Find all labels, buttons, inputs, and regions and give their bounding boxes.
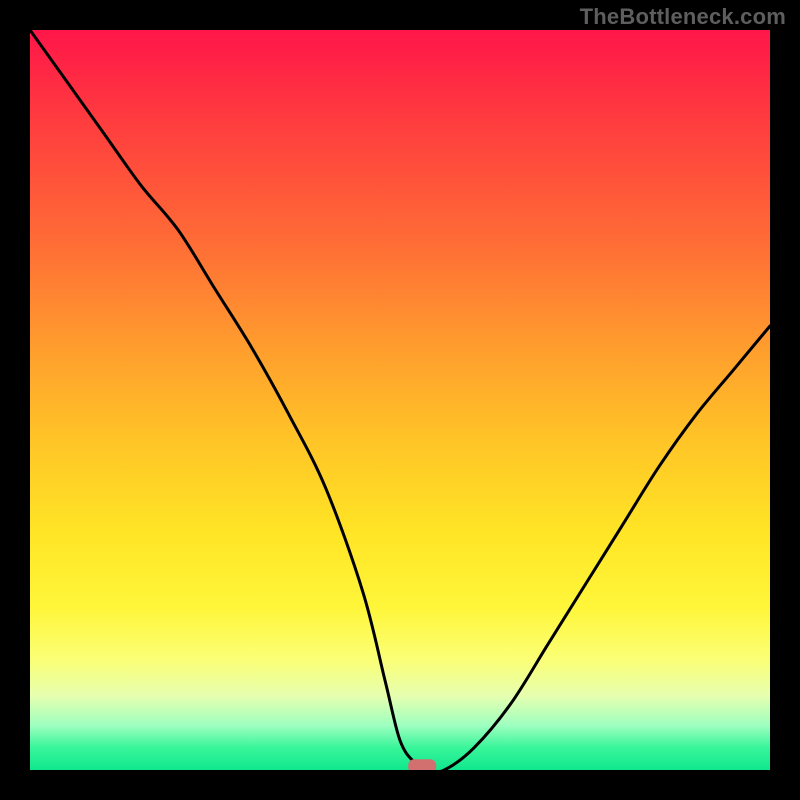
bottleneck-curve (30, 30, 770, 770)
min-marker (408, 759, 436, 770)
chart-svg (30, 30, 770, 770)
watermark-text: TheBottleneck.com (580, 4, 786, 30)
chart-frame: TheBottleneck.com (0, 0, 800, 800)
plot-area (30, 30, 770, 770)
